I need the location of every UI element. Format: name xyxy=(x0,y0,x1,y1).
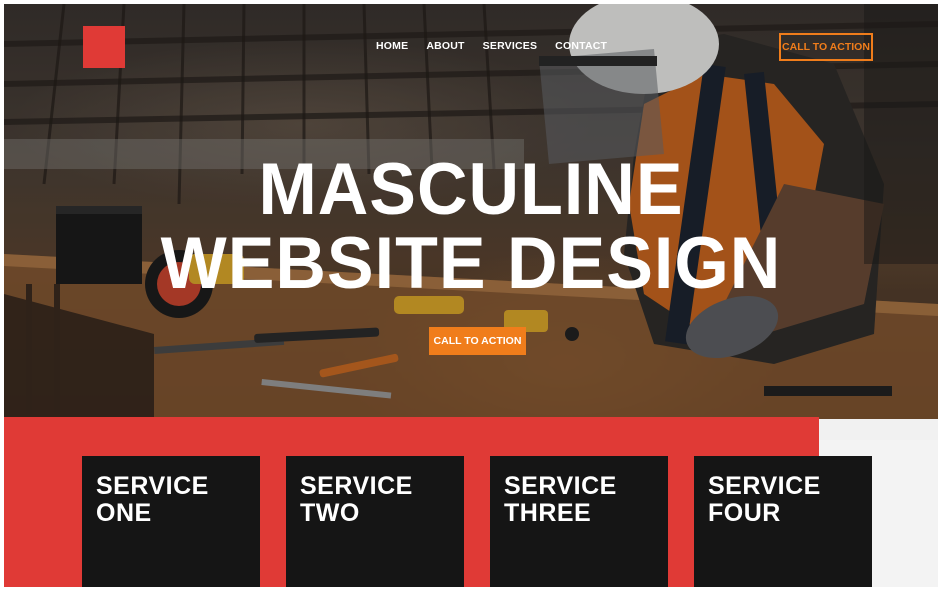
service-card-title-line-1: SERVICE xyxy=(300,472,413,500)
logo[interactable] xyxy=(83,26,125,68)
hero-headline: MASCULINE WEBSITE DESIGN xyxy=(154,148,788,304)
service-card-title-line-2: TWO xyxy=(300,499,360,527)
service-card-three[interactable]: SERVICE THREE xyxy=(490,456,668,587)
service-card-title-line-1: SERVICE xyxy=(504,472,617,500)
service-card-title-line-1: SERVICE xyxy=(708,472,821,500)
service-card-title: SERVICE TWO xyxy=(300,473,460,527)
service-card-two[interactable]: SERVICE TWO xyxy=(286,456,464,587)
service-card-title-line-2: THREE xyxy=(504,499,592,527)
headline-line-2: WEBSITE DESIGN xyxy=(160,222,782,304)
main-nav: HOME ABOUT SERVICES CONTACT xyxy=(376,40,625,52)
nav-home-link[interactable]: HOME xyxy=(376,40,408,52)
service-card-title: SERVICE ONE xyxy=(96,473,256,527)
service-card-four[interactable]: SERVICE FOUR xyxy=(694,456,872,587)
nav-contact-link[interactable]: CONTACT xyxy=(555,40,607,52)
service-card-title-line-2: ONE xyxy=(96,499,152,527)
nav-services-link[interactable]: SERVICES xyxy=(483,40,538,52)
headline-line-1: MASCULINE xyxy=(258,148,684,230)
service-card-title-line-1: SERVICE xyxy=(96,472,209,500)
header-cta-button[interactable]: CALL TO ACTION xyxy=(779,33,873,61)
hero-cta-button[interactable]: CALL TO ACTION xyxy=(429,327,526,355)
service-card-title-line-2: FOUR xyxy=(708,499,781,527)
service-card-title: SERVICE FOUR xyxy=(708,473,868,527)
hero-section: HOME ABOUT SERVICES CONTACT CALL TO ACTI… xyxy=(4,4,938,419)
page-frame: HOME ABOUT SERVICES CONTACT CALL TO ACTI… xyxy=(4,4,938,587)
nav-about-link[interactable]: ABOUT xyxy=(426,40,464,52)
service-card-one[interactable]: SERVICE ONE xyxy=(82,456,260,587)
service-card-title: SERVICE THREE xyxy=(504,473,664,527)
